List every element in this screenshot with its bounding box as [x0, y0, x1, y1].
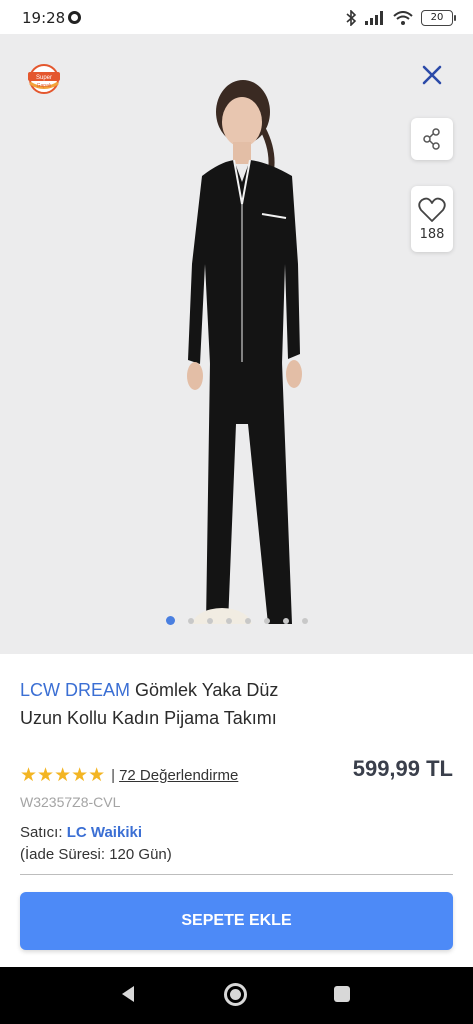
rating-separator: |: [111, 767, 116, 784]
status-bar: 19:28 20: [0, 0, 473, 34]
reviews-link[interactable]: 72 Değerlendirme: [119, 767, 238, 784]
back-icon[interactable]: [120, 985, 136, 1003]
share-button[interactable]: [411, 118, 453, 160]
divider: [20, 874, 453, 875]
seller-info: Satıcı: LC Waikiki: [20, 824, 142, 841]
add-to-cart-button[interactable]: SEPETE EKLE: [20, 892, 453, 950]
super-badge-icon: Super Gapalı: [24, 62, 64, 96]
carousel-dot[interactable]: [244, 617, 251, 624]
bluetooth-icon: [346, 10, 357, 26]
rating-row: ★★★★★ | 72 Değerlendirme: [20, 764, 238, 787]
carousel-dot[interactable]: [165, 616, 175, 625]
product-brand[interactable]: LCW DREAM: [20, 680, 130, 700]
heart-icon: [418, 197, 446, 222]
seller-label: Satıcı:: [20, 824, 63, 841]
badge-text-bottom: Gapalı: [37, 83, 52, 89]
rating-stars-icon: ★★★★★: [20, 765, 106, 786]
product-sku: W32357Z8-CVL: [20, 794, 121, 810]
seller-link[interactable]: LC Waikiki: [67, 824, 142, 841]
home-icon[interactable]: [224, 983, 247, 1006]
badge-text-top: Super: [36, 75, 52, 81]
status-time: 19:28: [22, 9, 66, 27]
carousel-dots[interactable]: [0, 616, 473, 625]
carousel-dot[interactable]: [225, 617, 232, 624]
battery-icon: 20: [421, 10, 456, 26]
wifi-icon: [393, 10, 413, 25]
return-policy: (İade Süresi: 120 Gün): [20, 846, 172, 863]
favorites-count: 188: [419, 226, 445, 242]
product-title: LCW DREAM Gömlek Yaka Düz Uzun Kollu Kad…: [20, 676, 320, 732]
status-icons: 20: [345, 8, 456, 28]
close-icon[interactable]: [419, 62, 445, 88]
share-icon: [423, 128, 440, 150]
carousel-dot[interactable]: [301, 617, 308, 624]
carousel-dot[interactable]: [187, 617, 194, 624]
favorite-button[interactable]: 188: [411, 186, 453, 252]
recent-apps-icon[interactable]: [334, 986, 350, 1002]
notification-ring-icon: [68, 11, 81, 24]
signal-icon: [365, 11, 383, 25]
product-photo: [187, 80, 302, 624]
carousel-dot[interactable]: [282, 617, 289, 624]
system-nav-bar: [0, 967, 473, 1024]
carousel-dot[interactable]: [206, 617, 213, 624]
product-image-area[interactable]: Super Gapalı 188: [0, 34, 473, 654]
product-price: 599,99 TL: [352, 756, 453, 781]
carousel-dot[interactable]: [263, 617, 270, 624]
product-info: LCW DREAM Gömlek Yaka Düz Uzun Kollu Kad…: [20, 676, 453, 875]
